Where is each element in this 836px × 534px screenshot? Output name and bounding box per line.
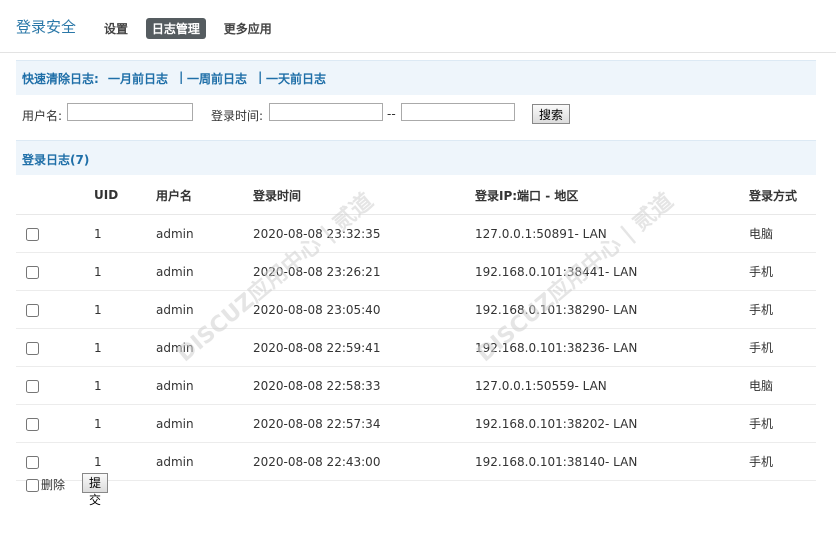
tab-more-apps[interactable]: 更多应用 — [218, 18, 278, 39]
column-header-method: 登录方式 — [748, 176, 816, 215]
table-row: 1 admin 2020-08-08 23:26:21 192.168.0.101:3… — [16, 252, 816, 291]
cell-login-time: 2020-08-08 22:57:34 — [252, 404, 474, 443]
cell-login-time: 2020-08-08 23:05:40 — [252, 290, 474, 329]
cell-uid: 1 — [93, 328, 155, 367]
table-row: 1 admin 2020-08-08 22:43:00 192.168.0.101:3… — [16, 442, 816, 481]
cell-login-method: 手机 — [748, 442, 816, 481]
cell-uid: 1 — [93, 366, 155, 405]
cell-login-ip: 192.168.0.101:38140- LAN — [474, 442, 748, 481]
row-checkbox-cell — [16, 328, 93, 367]
cell-login-ip: 192.168.0.101:38236- LAN — [474, 328, 748, 367]
quick-clear-label: 快速清除日志: — [22, 72, 99, 86]
cell-login-method: 电脑 — [748, 366, 816, 405]
time-separator: -- — [387, 107, 396, 121]
cell-username: admin — [155, 214, 252, 253]
delete-all-checkbox[interactable] — [26, 479, 39, 492]
table-row: 1 admin 2020-08-08 22:57:34 192.168.0.101:3… — [16, 404, 816, 443]
cell-login-time: 2020-08-08 22:43:00 — [252, 442, 474, 481]
row-checkbox[interactable] — [26, 417, 39, 431]
row-checkbox-cell — [16, 404, 93, 443]
cell-login-ip: 127.0.0.1:50559- LAN — [474, 366, 748, 405]
row-checkbox-cell — [16, 290, 93, 329]
cell-login-method: 手机 — [748, 328, 816, 367]
log-title: 登录日志(7) — [22, 153, 90, 167]
table-header-row: UID 用户名 登录时间 登录IP:端口 - 地区 登录方式 — [16, 176, 816, 215]
username-input[interactable] — [67, 103, 193, 121]
cell-login-ip: 192.168.0.101:38290- LAN — [474, 290, 748, 329]
cell-login-time: 2020-08-08 23:26:21 — [252, 252, 474, 291]
time-to-input[interactable] — [401, 103, 515, 121]
cell-login-time: 2020-08-08 23:32:35 — [252, 214, 474, 253]
login-time-label: 登录时间: — [211, 109, 264, 123]
table-row: 1 admin 2020-08-08 22:58:33 127.0.0.1:50559… — [16, 366, 816, 405]
column-header-username: 用户名 — [155, 176, 252, 215]
nav-tabs: 设置 日志管理 更多应用 — [104, 18, 286, 39]
cell-username: admin — [155, 366, 252, 405]
time-from-input[interactable] — [269, 103, 383, 121]
cell-username: admin — [155, 328, 252, 367]
cell-login-method: 手机 — [748, 252, 816, 291]
row-checkbox-cell — [16, 252, 93, 291]
row-checkbox[interactable] — [26, 265, 39, 279]
cell-login-time: 2020-08-08 22:58:33 — [252, 366, 474, 405]
row-checkbox[interactable] — [26, 341, 39, 355]
row-checkbox[interactable] — [26, 455, 39, 469]
log-table: UID 用户名 登录时间 登录IP:端口 - 地区 登录方式 1 admin 202… — [16, 176, 816, 481]
row-checkbox[interactable] — [26, 227, 39, 241]
search-bar: 用户名: 登录时间: -- 搜索 — [22, 103, 822, 127]
tab-log-management[interactable]: 日志管理 — [145, 18, 206, 39]
tab-settings[interactable]: 设置 — [104, 18, 134, 39]
row-checkbox-cell — [16, 214, 93, 253]
delete-option[interactable]: 删除 — [26, 476, 65, 493]
clear-day-link[interactable]: 一天前日志 — [266, 70, 326, 87]
separator: | — [258, 70, 263, 84]
row-checkbox-cell — [16, 366, 93, 405]
column-header-time: 登录时间 — [252, 176, 474, 215]
cell-login-method: 手机 — [748, 290, 816, 329]
cell-uid: 1 — [93, 214, 155, 253]
table-row: 1 admin 2020-08-08 23:05:40 192.168.0.101:3… — [16, 290, 816, 329]
column-header-ip: 登录IP:端口 - 地区 — [474, 176, 748, 215]
log-header-bar: 登录日志(7) — [16, 140, 816, 175]
cell-username: admin — [155, 404, 252, 443]
header-checkbox-cell — [16, 176, 93, 215]
row-checkbox[interactable] — [26, 379, 39, 393]
cell-uid: 1 — [93, 404, 155, 443]
table-row: 1 admin 2020-08-08 23:32:35 127.0.0.1:50891… — [16, 214, 816, 253]
cell-login-ip: 192.168.0.101:38202- LAN — [474, 404, 748, 443]
delete-label: 删除 — [41, 478, 66, 492]
search-button[interactable]: 搜索 — [532, 104, 571, 124]
cell-login-ip: 127.0.0.1:50891- LAN — [474, 214, 748, 253]
cell-username: admin — [155, 252, 252, 291]
top-navigation: 登录安全 设置 日志管理 更多应用 — [0, 0, 836, 53]
quick-clear-bar: 快速清除日志: 一月前日志 | 一周前日志 | 一天前日志 — [16, 60, 816, 95]
submit-button[interactable]: 提交 — [82, 473, 109, 507]
row-checkbox[interactable] — [26, 303, 39, 317]
username-label: 用户名: — [22, 109, 63, 123]
cell-username: admin — [155, 290, 252, 329]
cell-uid: 1 — [93, 252, 155, 291]
cell-uid: 1 — [93, 290, 155, 329]
separator: | — [179, 70, 184, 84]
cell-login-method: 手机 — [748, 404, 816, 443]
cell-login-method: 电脑 — [748, 214, 816, 253]
table-row: 1 admin 2020-08-08 22:59:41 192.168.0.101:3… — [16, 328, 816, 367]
column-header-uid: UID — [93, 176, 155, 215]
clear-week-link[interactable]: 一周前日志 — [187, 70, 247, 87]
page-title: 登录安全 — [16, 18, 77, 36]
cell-login-time: 2020-08-08 22:59:41 — [252, 328, 474, 367]
log-table-body: 1 admin 2020-08-08 23:32:35 127.0.0.1:50891… — [16, 214, 816, 481]
cell-login-ip: 192.168.0.101:38441- LAN — [474, 252, 748, 291]
cell-username: admin — [155, 442, 252, 481]
clear-month-link[interactable]: 一月前日志 — [108, 70, 168, 87]
